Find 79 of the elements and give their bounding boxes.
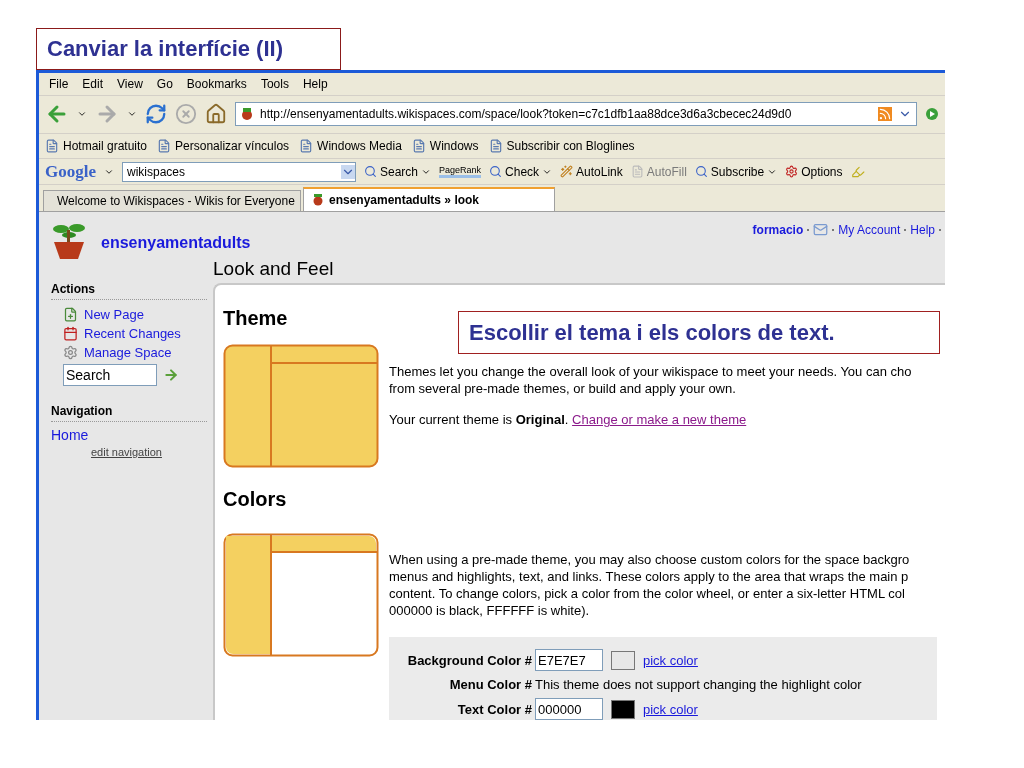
gear-icon (63, 345, 78, 360)
page-icon[interactable] (411, 138, 426, 153)
colors-description: When using a pre-made theme, you may also choose custom colors for the space backgro menus and highlights, text, and links. These colors apply to the area that wraps the main p content. To change colors, pick a color from the color wheel, or enter a six-letter HTML col 000000 is black, FFFFFF is white). (389, 551, 911, 619)
search-field[interactable]: Search (63, 364, 157, 386)
pagerank-meter: PageRank (439, 165, 482, 179)
callout-note: Escollir el tema i els colors de text. (458, 311, 940, 354)
calendar-icon (63, 326, 78, 341)
theme-description: Themes let you change the overall look of your wikispace to meet your needs. You can cho from several pre-made themes, or build and apply your own. (389, 363, 913, 397)
reload-icon[interactable] (145, 103, 167, 126)
menu-item[interactable]: File (45, 76, 73, 91)
bookmark-item[interactable]: Personalizar vínculos (175, 138, 290, 153)
field-label: Menu Color # (448, 677, 533, 692)
new-icon (63, 307, 78, 322)
search-icon (364, 165, 377, 179)
pick-color-link[interactable]: pick color (643, 701, 698, 717)
dropdown-icon[interactable] (341, 164, 355, 179)
field-note: This theme does not support changing the highlight color (535, 677, 862, 692)
toolbar-button[interactable]: AutoLink (560, 164, 623, 179)
slide-title: Canviar la interfície (II) (36, 28, 341, 70)
sidebar-link[interactable]: New Page (51, 305, 207, 324)
bookmark-item[interactable]: Hotmail gratuito (63, 138, 148, 153)
mail-icon[interactable] (813, 222, 829, 237)
section-heading: Colors (223, 488, 288, 511)
user-link[interactable]: formacio (752, 222, 804, 237)
stop-icon[interactable] (175, 103, 197, 126)
menu-item[interactable]: Go (152, 76, 177, 91)
section-heading: Theme (223, 307, 289, 330)
page-icon[interactable] (45, 138, 59, 153)
sidebar-link[interactable]: Recent Changes (51, 324, 207, 343)
search-icon (489, 165, 503, 179)
sidebar-link[interactable]: Manage Space (51, 343, 207, 362)
browser-tab[interactable]: ensenyamentadults » look (303, 187, 555, 211)
edit-navigation-link[interactable]: edit navigation (91, 446, 162, 458)
account-link[interactable]: Help (910, 222, 935, 237)
toolbar-button[interactable]: Options (785, 164, 843, 179)
google-toolbar-logo[interactable]: Google (45, 161, 96, 182)
bookmark-item[interactable]: Windows Media (317, 138, 402, 153)
bookmark-item[interactable]: Subscribir con Bloglines (506, 138, 635, 153)
plant-icon (312, 194, 324, 206)
plant-pot-logo (51, 222, 87, 260)
page-icon[interactable] (157, 138, 172, 153)
feed-icon[interactable] (878, 107, 892, 122)
change-theme-link[interactable]: Change or make a new theme (572, 412, 747, 427)
menu-item[interactable]: View (113, 76, 147, 91)
nav-link[interactable]: Home (51, 427, 207, 443)
color-input[interactable]: E7E7E7 (535, 649, 603, 671)
color-swatch[interactable] (611, 650, 635, 670)
field-label: Text Color # (456, 701, 533, 717)
color-swatch[interactable] (611, 699, 635, 719)
bookmark-item[interactable]: Windows (429, 138, 479, 153)
pick-color-link[interactable]: pick color (643, 652, 698, 668)
browser-tab[interactable]: Welcome to Wikispaces - Wikis for Everyone (43, 190, 301, 211)
menu-item[interactable]: Bookmarks (182, 76, 251, 91)
home-icon[interactable] (205, 103, 227, 126)
space-name[interactable]: ensenyamentadults (101, 234, 251, 252)
page-icon[interactable] (299, 138, 314, 153)
current-theme-text: Your current theme is Original. Change or make a new theme (389, 411, 748, 428)
toolbar-button[interactable]: Search (364, 164, 432, 179)
go-icon[interactable] (925, 107, 939, 122)
page-icon[interactable] (488, 138, 503, 153)
toolbar-button[interactable]: Subscribe (694, 164, 778, 179)
toolbar-button[interactable]: Check (489, 164, 553, 179)
sidebar-heading: Actions (51, 282, 207, 300)
address-field[interactable]: http://ensenyamentadults.wikispaces.com/space/look?token=c7c1dfb1aa88dce3d6a3cbecec24d9d0 (235, 102, 917, 127)
menu-item[interactable]: Edit (78, 76, 108, 91)
menu-item[interactable]: Help (298, 76, 332, 91)
site-icon (240, 107, 254, 122)
page-icon (630, 165, 644, 179)
color-input[interactable]: 000000 (535, 698, 603, 720)
settings-icon (785, 165, 799, 179)
search-icon (694, 165, 708, 179)
account-link[interactable]: My Account (838, 222, 901, 237)
highlighter-icon[interactable] (850, 164, 865, 179)
page-heading: Look and Feel (213, 258, 335, 281)
wand-icon (560, 165, 574, 179)
field-label: Background Color # (406, 652, 533, 668)
sidebar-heading: Navigation (51, 404, 207, 422)
toolbar-search-field[interactable]: wikispaces (122, 161, 356, 182)
menu-item[interactable]: Tools (256, 76, 293, 91)
